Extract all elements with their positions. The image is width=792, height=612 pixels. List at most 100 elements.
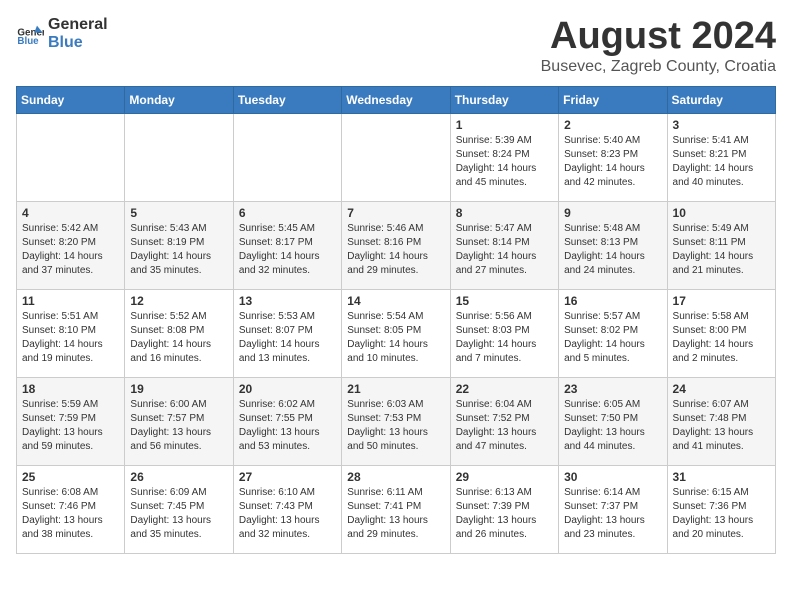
month-title: August 2024 (541, 16, 776, 58)
day-info: Sunrise: 6:05 AM Sunset: 7:50 PM Dayligh… (564, 398, 661, 454)
day-info: Sunrise: 5:49 AM Sunset: 8:11 PM Dayligh… (673, 222, 770, 278)
day-info: Sunrise: 5:45 AM Sunset: 8:17 PM Dayligh… (239, 222, 336, 278)
logo-icon: General Blue (16, 20, 44, 48)
calendar-cell: 4 Sunrise: 5:42 AM Sunset: 8:20 PM Daylig… (17, 201, 125, 289)
header: General Blue General Blue August 2024 Bu… (16, 16, 776, 76)
calendar-cell (125, 113, 233, 201)
calendar-cell: 16 Sunrise: 5:57 AM Sunset: 8:02 PM Dayli… (559, 289, 667, 377)
day-number: 24 (673, 382, 770, 396)
day-info: Sunrise: 5:43 AM Sunset: 8:19 PM Dayligh… (130, 222, 227, 278)
day-number: 20 (239, 382, 336, 396)
day-number: 21 (347, 382, 444, 396)
day-number: 2 (564, 118, 661, 132)
day-number: 30 (564, 470, 661, 484)
weekday-header-monday: Monday (125, 86, 233, 113)
day-info: Sunrise: 5:59 AM Sunset: 7:59 PM Dayligh… (22, 398, 119, 454)
day-number: 16 (564, 294, 661, 308)
day-number: 22 (456, 382, 553, 396)
day-info: Sunrise: 5:53 AM Sunset: 8:07 PM Dayligh… (239, 310, 336, 366)
day-info: Sunrise: 5:41 AM Sunset: 8:21 PM Dayligh… (673, 134, 770, 190)
calendar-cell: 3Sunrise: 5:41 AM Sunset: 8:21 PM Daylig… (667, 113, 775, 201)
calendar-header: SundayMondayTuesdayWednesdayThursdayFrid… (17, 86, 776, 113)
day-info: Sunrise: 6:02 AM Sunset: 7:55 PM Dayligh… (239, 398, 336, 454)
day-info: Sunrise: 6:04 AM Sunset: 7:52 PM Dayligh… (456, 398, 553, 454)
day-number: 17 (673, 294, 770, 308)
day-info: Sunrise: 5:54 AM Sunset: 8:05 PM Dayligh… (347, 310, 444, 366)
day-info: Sunrise: 5:52 AM Sunset: 8:08 PM Dayligh… (130, 310, 227, 366)
calendar-cell: 14Sunrise: 5:54 AM Sunset: 8:05 PM Dayli… (342, 289, 450, 377)
day-number: 12 (130, 294, 227, 308)
week-row-2: 4 Sunrise: 5:42 AM Sunset: 8:20 PM Daylig… (17, 201, 776, 289)
day-number: 13 (239, 294, 336, 308)
day-info: Sunrise: 5:56 AM Sunset: 8:03 PM Dayligh… (456, 310, 553, 366)
weekday-row: SundayMondayTuesdayWednesdayThursdayFrid… (17, 86, 776, 113)
day-info: Sunrise: 5:48 AM Sunset: 8:13 PM Dayligh… (564, 222, 661, 278)
day-number: 27 (239, 470, 336, 484)
calendar-cell: 27 Sunrise: 6:10 AM Sunset: 7:43 PM Dayli… (233, 465, 341, 553)
day-info: Sunrise: 6:14 AM Sunset: 7:37 PM Dayligh… (564, 486, 661, 542)
day-number: 7 (347, 206, 444, 220)
day-info: Sunrise: 5:42 AM Sunset: 8:20 PM Dayligh… (22, 222, 119, 278)
logo-blue-text: Blue (48, 34, 108, 52)
day-number: 31 (673, 470, 770, 484)
week-row-1: 1 Sunrise: 5:39 AM Sunset: 8:24 PM Daylig… (17, 113, 776, 201)
day-number: 9 (564, 206, 661, 220)
day-number: 5 (130, 206, 227, 220)
calendar-cell: 22 Sunrise: 6:04 AM Sunset: 7:52 PM Dayli… (450, 377, 558, 465)
calendar-cell: 18 Sunrise: 5:59 AM Sunset: 7:59 PM Dayli… (17, 377, 125, 465)
calendar-cell (17, 113, 125, 201)
day-info: Sunrise: 5:58 AM Sunset: 8:00 PM Dayligh… (673, 310, 770, 366)
day-info: Sunrise: 6:15 AM Sunset: 7:36 PM Dayligh… (673, 486, 770, 542)
day-info: Sunrise: 6:13 AM Sunset: 7:39 PM Dayligh… (456, 486, 553, 542)
day-info: Sunrise: 6:03 AM Sunset: 7:53 PM Dayligh… (347, 398, 444, 454)
day-number: 15 (456, 294, 553, 308)
weekday-header-friday: Friday (559, 86, 667, 113)
week-row-3: 11Sunrise: 5:51 AM Sunset: 8:10 PM Dayli… (17, 289, 776, 377)
calendar-cell: 20 Sunrise: 6:02 AM Sunset: 7:55 PM Dayli… (233, 377, 341, 465)
day-number: 6 (239, 206, 336, 220)
calendar-cell: 11Sunrise: 5:51 AM Sunset: 8:10 PM Dayli… (17, 289, 125, 377)
logo: General Blue General Blue (16, 16, 108, 51)
day-number: 23 (564, 382, 661, 396)
calendar-body: 1 Sunrise: 5:39 AM Sunset: 8:24 PM Daylig… (17, 113, 776, 553)
day-info: Sunrise: 5:57 AM Sunset: 8:02 PM Dayligh… (564, 310, 661, 366)
calendar-cell: 13 Sunrise: 5:53 AM Sunset: 8:07 PM Dayli… (233, 289, 341, 377)
calendar-cell: 10 Sunrise: 5:49 AM Sunset: 8:11 PM Dayli… (667, 201, 775, 289)
day-info: Sunrise: 6:07 AM Sunset: 7:48 PM Dayligh… (673, 398, 770, 454)
day-number: 29 (456, 470, 553, 484)
day-number: 10 (673, 206, 770, 220)
calendar-cell: 26Sunrise: 6:09 AM Sunset: 7:45 PM Dayli… (125, 465, 233, 553)
calendar-cell: 9 Sunrise: 5:48 AM Sunset: 8:13 PM Daylig… (559, 201, 667, 289)
day-info: Sunrise: 5:40 AM Sunset: 8:23 PM Dayligh… (564, 134, 661, 190)
day-number: 1 (456, 118, 553, 132)
calendar-cell: 31 Sunrise: 6:15 AM Sunset: 7:36 PM Dayli… (667, 465, 775, 553)
day-number: 18 (22, 382, 119, 396)
calendar-cell (233, 113, 341, 201)
day-info: Sunrise: 6:09 AM Sunset: 7:45 PM Dayligh… (130, 486, 227, 542)
day-number: 25 (22, 470, 119, 484)
day-number: 28 (347, 470, 444, 484)
title-area: August 2024 Busevec, Zagreb County, Croa… (541, 16, 776, 76)
calendar-cell (342, 113, 450, 201)
calendar-cell: 2 Sunrise: 5:40 AM Sunset: 8:23 PM Daylig… (559, 113, 667, 201)
calendar-cell: 7 Sunrise: 5:46 AM Sunset: 8:16 PM Daylig… (342, 201, 450, 289)
calendar-cell: 28 Sunrise: 6:11 AM Sunset: 7:41 PM Dayli… (342, 465, 450, 553)
calendar-cell: 24 Sunrise: 6:07 AM Sunset: 7:48 PM Dayli… (667, 377, 775, 465)
day-info: Sunrise: 6:10 AM Sunset: 7:43 PM Dayligh… (239, 486, 336, 542)
calendar-cell: 21 Sunrise: 6:03 AM Sunset: 7:53 PM Dayli… (342, 377, 450, 465)
weekday-header-thursday: Thursday (450, 86, 558, 113)
calendar-cell: 17 Sunrise: 5:58 AM Sunset: 8:00 PM Dayli… (667, 289, 775, 377)
weekday-header-wednesday: Wednesday (342, 86, 450, 113)
day-info: Sunrise: 6:11 AM Sunset: 7:41 PM Dayligh… (347, 486, 444, 542)
day-info: Sunrise: 6:00 AM Sunset: 7:57 PM Dayligh… (130, 398, 227, 454)
day-info: Sunrise: 5:39 AM Sunset: 8:24 PM Dayligh… (456, 134, 553, 190)
svg-text:Blue: Blue (17, 35, 39, 46)
day-number: 11 (22, 294, 119, 308)
day-number: 4 (22, 206, 119, 220)
calendar-cell: 23 Sunrise: 6:05 AM Sunset: 7:50 PM Dayli… (559, 377, 667, 465)
day-info: Sunrise: 6:08 AM Sunset: 7:46 PM Dayligh… (22, 486, 119, 542)
week-row-4: 18 Sunrise: 5:59 AM Sunset: 7:59 PM Dayli… (17, 377, 776, 465)
calendar-table: SundayMondayTuesdayWednesdayThursdayFrid… (16, 86, 776, 554)
calendar-cell: 6 Sunrise: 5:45 AM Sunset: 8:17 PM Daylig… (233, 201, 341, 289)
day-info: Sunrise: 5:46 AM Sunset: 8:16 PM Dayligh… (347, 222, 444, 278)
